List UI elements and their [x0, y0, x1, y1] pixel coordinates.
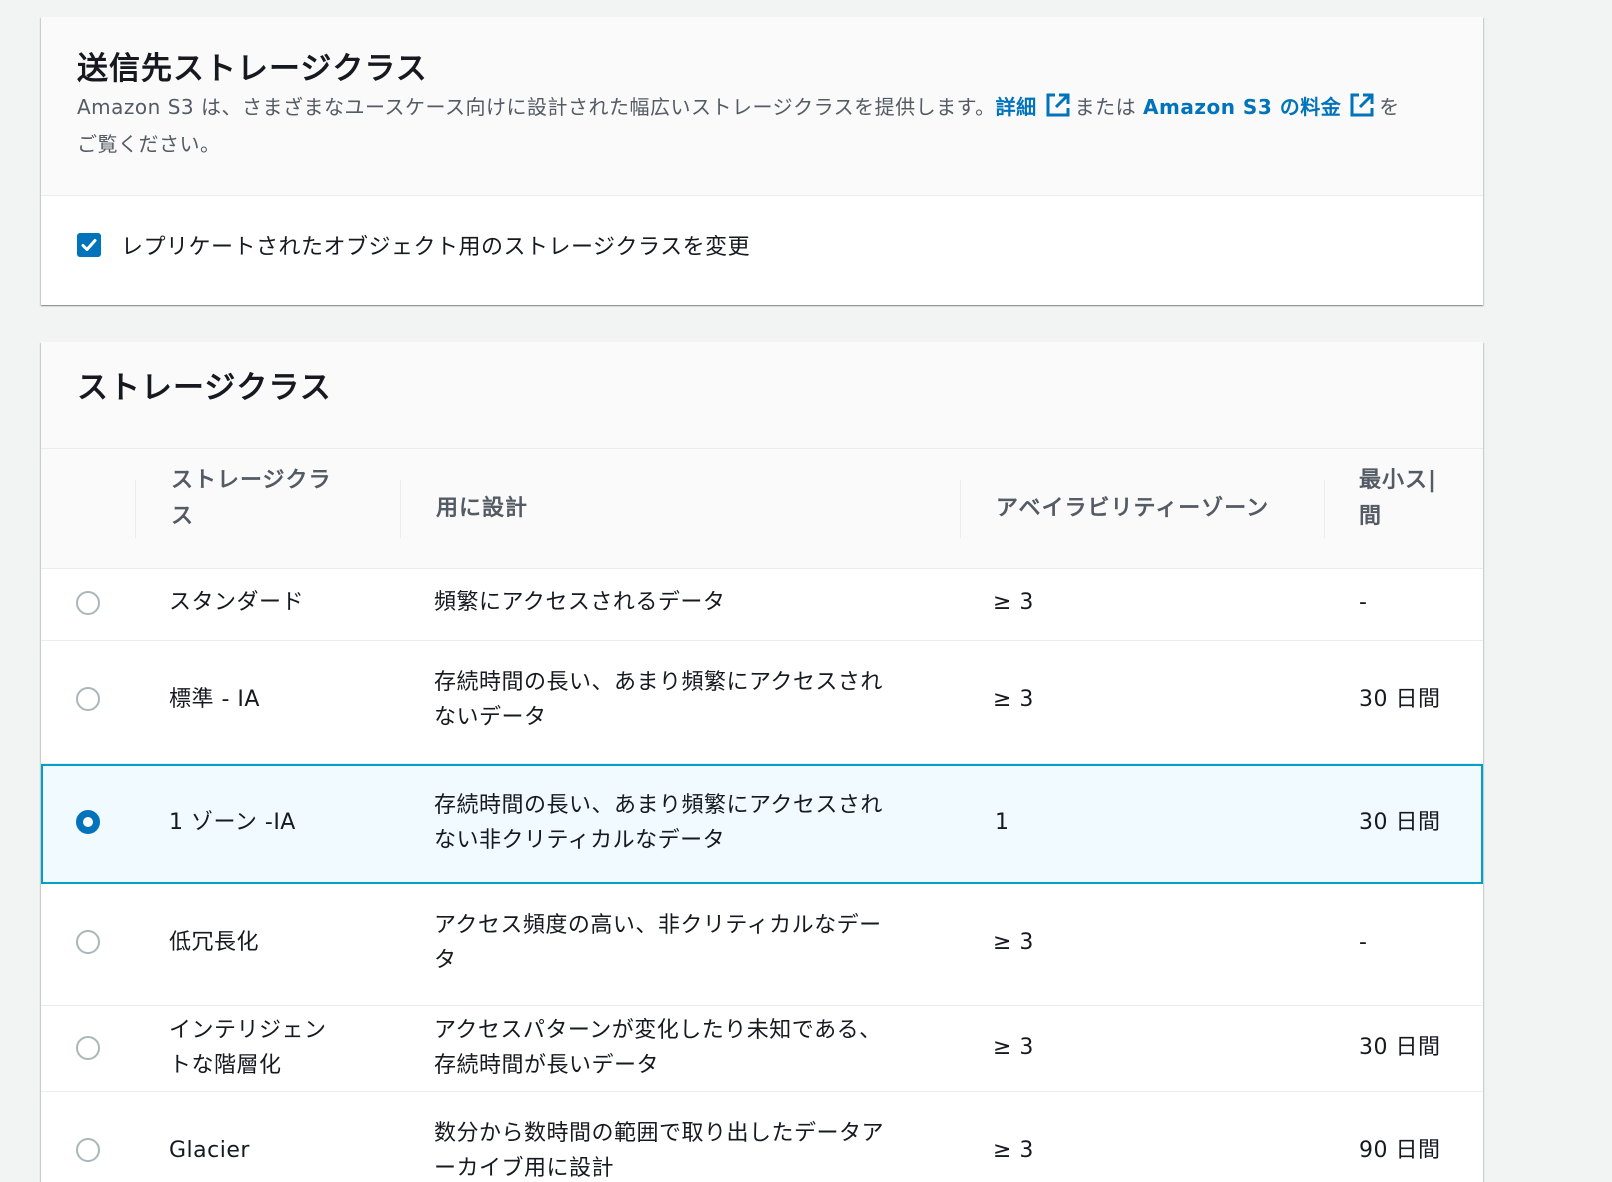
column-separator: [135, 480, 136, 538]
checkbox-label: レプリケートされたオブジェクト用のストレージクラスを変更: [121, 235, 751, 260]
table-row-intelligent-tiering[interactable]: インテリジェン トな階層化 アクセスパターンが変化したり未知である、 存続時間が…: [41, 1006, 1483, 1092]
row-radio[interactable]: [76, 1036, 100, 1060]
destination-storage-class-panel: 送信先ストレージクラス Amazon S3 は、さまざまなユースケース向けに設計…: [41, 17, 1483, 305]
availability-zones: ≥ 3: [993, 1035, 1034, 1060]
pricing-link-label: Amazon S3 の料金: [1143, 95, 1342, 119]
min-storage-duration: 30 日間: [1359, 1035, 1441, 1060]
external-link-icon: [1045, 92, 1071, 128]
details-link-label: 詳細: [995, 95, 1037, 119]
column-header-line: ス: [171, 504, 195, 529]
panel-title: 送信先ストレージクラス: [77, 51, 428, 87]
table-row-standard-ia[interactable]: 標準 - IA 存続時間の長い、あまり頻繁にアクセスされ ないデータ ≥ 3 3…: [41, 641, 1483, 764]
checkmark-icon: [81, 239, 97, 251]
panel-title: ストレージクラス: [77, 370, 332, 406]
description-line2: ご覧ください。: [77, 132, 221, 156]
storage-class-name: Glacier: [169, 1138, 250, 1163]
column-header-line: ストレージクラ: [171, 468, 332, 493]
row-radio[interactable]: [76, 930, 100, 954]
storage-class-name: 1 ゾーン -IA: [169, 810, 296, 835]
min-storage-duration: 30 日間: [1359, 810, 1441, 835]
availability-zones: ≥ 3: [993, 930, 1034, 955]
row-radio[interactable]: [76, 687, 100, 711]
designed-for-line: ない非クリティカルなデータ: [434, 828, 726, 853]
storage-class-panel: ストレージクラス ストレージクラ ス 用に設計 アベイラビリティーゾーン 最小ス…: [41, 342, 1483, 1182]
storage-class-name-line: トな階層化: [169, 1053, 282, 1078]
column-separator: [400, 480, 401, 538]
storage-class-table: ストレージクラ ス 用に設計 アベイラビリティーゾーン 最小ス| 間 スタンダー…: [41, 449, 1483, 1182]
column-header-designed-for[interactable]: 用に設計: [436, 491, 528, 527]
column-separator: [1324, 480, 1325, 538]
designed-for-line: ないデータ: [434, 705, 547, 730]
designed-for: アクセスパターンが変化したり未知である、 存続時間が長いデータ: [434, 1013, 882, 1083]
storage-class-name: 標準 - IA: [169, 687, 260, 712]
description-end: を: [1379, 95, 1400, 119]
min-storage-duration: 30 日間: [1359, 687, 1441, 712]
column-header-line: 最小ス|: [1359, 468, 1438, 493]
details-link[interactable]: 詳細: [995, 93, 1075, 119]
column-header-line: 間: [1359, 504, 1383, 529]
column-header-availability-zones[interactable]: アベイラビリティーゾーン: [996, 491, 1269, 527]
column-separator: [960, 480, 961, 538]
or-text: または: [1074, 95, 1137, 119]
panel-header: ストレージクラス: [41, 342, 1483, 449]
availability-zones: 1: [995, 810, 1010, 835]
table-row-reduced-redundancy[interactable]: 低冗長化 アクセス頻度の高い、非クリティカルなデー タ ≥ 3 -: [41, 884, 1483, 1006]
designed-for: アクセス頻度の高い、非クリティカルなデー タ: [434, 908, 882, 978]
designed-for: 数分から数時間の範囲で取り出したデータア ーカイブ用に設計: [434, 1116, 884, 1182]
table-row-glacier[interactable]: Glacier 数分から数時間の範囲で取り出したデータア ーカイブ用に設計 ≥ …: [41, 1092, 1483, 1182]
designed-for-line: 存続時間が長いデータ: [434, 1053, 660, 1078]
min-storage-duration: 90 日間: [1359, 1138, 1441, 1163]
row-radio[interactable]: [76, 1138, 100, 1162]
designed-for-line: アクセス頻度の高い、非クリティカルなデー: [434, 913, 882, 938]
min-storage-duration: -: [1359, 590, 1368, 615]
change-storage-class-checkbox[interactable]: [77, 233, 101, 257]
availability-zones: ≥ 3: [993, 687, 1034, 712]
designed-for-line: ーカイブ用に設計: [434, 1156, 615, 1181]
external-link-icon: [1349, 92, 1375, 128]
column-header-min-storage-duration[interactable]: 最小ス| 間: [1359, 463, 1437, 535]
designed-for: 存続時間の長い、あまり頻繁にアクセスされ ないデータ: [434, 665, 883, 735]
row-radio[interactable]: [76, 810, 100, 834]
designed-for-line: 存続時間の長い、あまり頻繁にアクセスされ: [434, 670, 883, 695]
availability-zones: ≥ 3: [993, 590, 1034, 615]
designed-for: 存続時間の長い、あまり頻繁にアクセスされ ない非クリティカルなデータ: [434, 788, 883, 858]
description-text: Amazon S3 は、さまざまなユースケース向けに設計された幅広いストレージク…: [77, 95, 996, 119]
table-header: ストレージクラ ス 用に設計 アベイラビリティーゾーン 最小ス| 間: [41, 449, 1483, 569]
panel-description: Amazon S3 は、さまざまなユースケース向けに設計された幅広いストレージク…: [77, 91, 1447, 161]
table-row-standard[interactable]: スタンダード 頻繁にアクセスされるデータ ≥ 3 -: [41, 569, 1483, 641]
table-row-one-zone-ia[interactable]: 1 ゾーン -IA 存続時間の長い、あまり頻繁にアクセスされ ない非クリティカル…: [41, 764, 1483, 884]
panel-header: 送信先ストレージクラス Amazon S3 は、さまざまなユースケース向けに設計…: [41, 17, 1483, 196]
storage-class-name-line: インテリジェン: [169, 1018, 327, 1043]
column-header-storage-class[interactable]: ストレージクラ ス: [171, 463, 332, 535]
storage-class-name: インテリジェン トな階層化: [169, 1013, 327, 1083]
storage-class-name: 低冗長化: [169, 930, 260, 955]
designed-for-line: 数分から数時間の範囲で取り出したデータア: [434, 1121, 885, 1146]
storage-class-name: スタンダード: [169, 590, 305, 615]
row-radio[interactable]: [76, 591, 100, 615]
change-storage-class-option[interactable]: レプリケートされたオブジェクト用のストレージクラスを変更: [77, 229, 750, 261]
designed-for-line: タ: [434, 948, 457, 973]
availability-zones: ≥ 3: [993, 1138, 1034, 1163]
designed-for: 頻繁にアクセスされるデータ: [434, 590, 726, 615]
designed-for-line: 存続時間の長い、あまり頻繁にアクセスされ: [434, 793, 883, 818]
pricing-link[interactable]: Amazon S3 の料金: [1143, 93, 1379, 119]
min-storage-duration: -: [1359, 930, 1368, 955]
designed-for-line: アクセスパターンが変化したり未知である、: [434, 1018, 882, 1043]
